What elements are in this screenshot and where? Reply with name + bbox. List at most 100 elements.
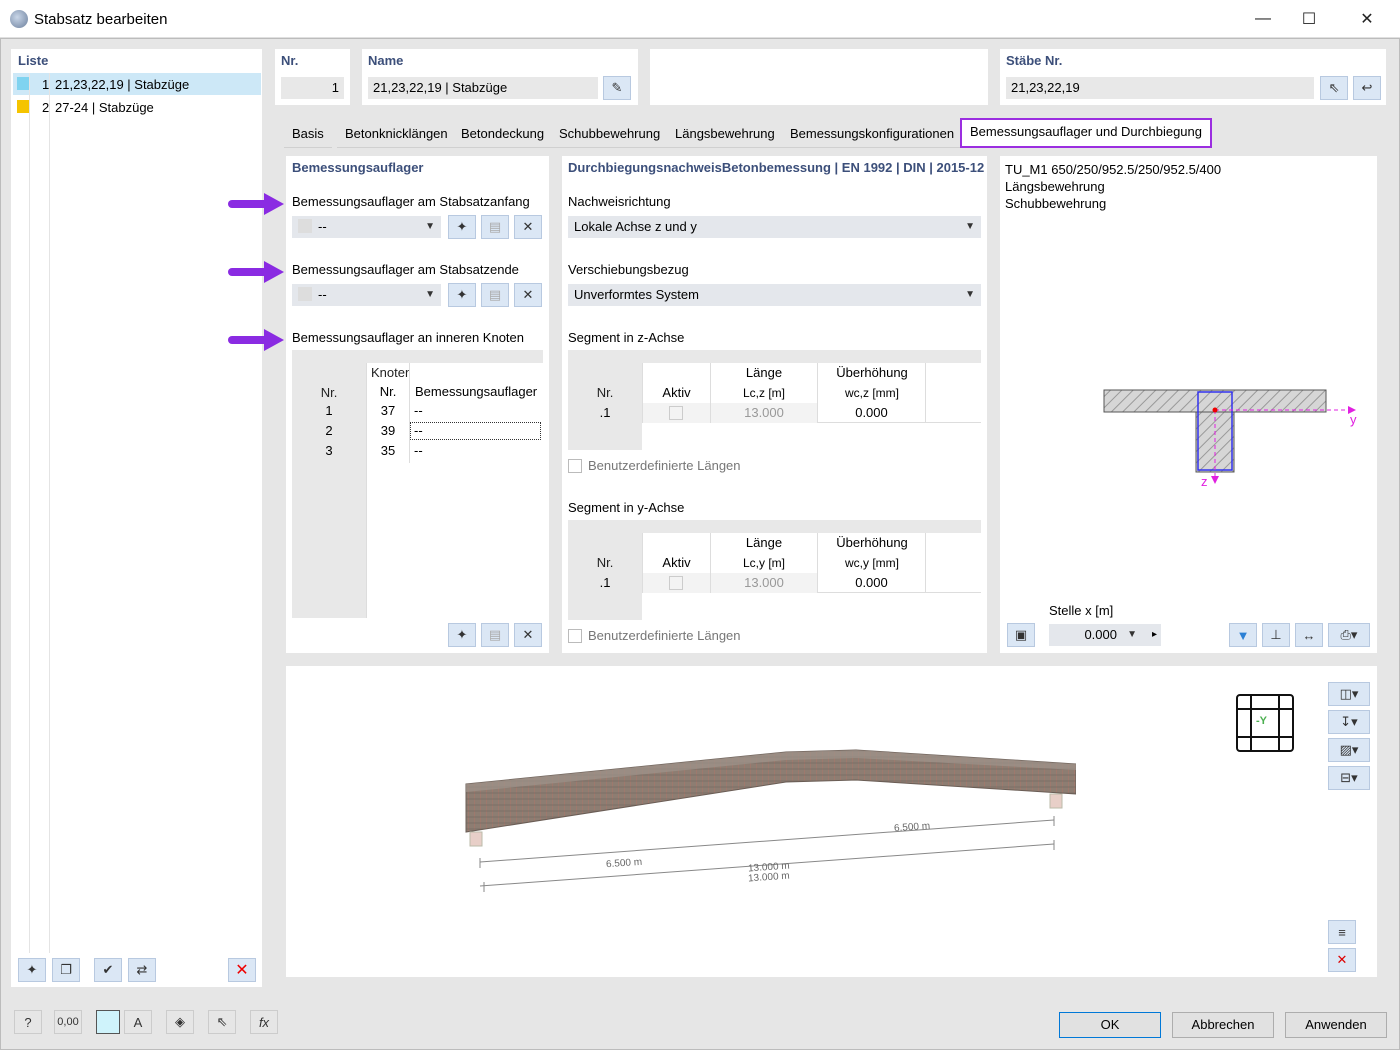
name-field-box: Name 21,23,22,19 | Stabzüge ✎ (362, 49, 638, 105)
units-icon[interactable]: 0,00 (54, 1010, 82, 1034)
cancel-button[interactable]: Abbrechen (1172, 1012, 1274, 1038)
copy-set-icon[interactable]: ❐ (52, 958, 80, 982)
help-icon[interactable]: ? (14, 1010, 42, 1034)
new-support-icon[interactable]: ✦ (448, 283, 476, 307)
list-item[interactable]: 1 21,23,22,19 | Stabzüge (13, 73, 261, 95)
spinner-icon[interactable]: ▸ (1152, 624, 1157, 646)
tab-basis[interactable]: Basis (284, 120, 332, 148)
tab-betondeckung[interactable]: Betondeckung (453, 120, 553, 148)
view-icon[interactable]: ◈ (166, 1010, 194, 1034)
section-name: TU_M1 650/250/952.5/250/952.5/400 (1005, 162, 1222, 177)
col-nr: Nr. (292, 363, 366, 401)
print-icon[interactable]: ⎙▾ (1328, 623, 1370, 647)
list-item-label: 27-24 | Stabzüge (55, 100, 154, 115)
new-set-icon[interactable]: ✦ (18, 958, 46, 982)
app-icon (10, 10, 28, 28)
nr-field-box: Nr. 1 (275, 49, 350, 105)
table-row[interactable]: .1 13.000 0.000 (568, 403, 981, 423)
annotation-arrow (228, 193, 284, 215)
edit-support-icon[interactable]: ▤ (481, 623, 509, 647)
deflection-panel: DurchbiegungsnachweisBetonbemessung | EN… (562, 156, 987, 653)
segment-y-table: Nr. Aktiv Länge Lc,y [m] Überhöhung wc,y… (568, 520, 981, 620)
delete-support-icon[interactable]: ✕ (514, 623, 542, 647)
table-row[interactable]: .1 13.000 0.000 (568, 573, 981, 593)
axis-z-label: z (1201, 474, 1208, 489)
edit-support-icon[interactable]: ▤ (481, 215, 509, 239)
edit-name-icon[interactable]: ✎ (603, 76, 631, 100)
tab-bemessungsauflager[interactable]: Bemessungsauflager und Durchbiegung (960, 118, 1212, 148)
view-3d-icon[interactable]: ◫▾ (1328, 682, 1370, 706)
delete-support-icon[interactable]: ✕ (514, 283, 542, 307)
table-row[interactable]: 3 35 -- (292, 441, 543, 461)
axis-y-label: y (1350, 412, 1357, 427)
scale-icon[interactable]: ⊟▾ (1328, 766, 1370, 790)
tab-betonknicklaengen[interactable]: Betonknicklängen (337, 120, 456, 148)
inner-support-label: Bemessungsauflager an inneren Knoten (292, 330, 524, 345)
name-label: Name (368, 53, 404, 68)
pick-members-icon[interactable]: ⇖ (1320, 76, 1348, 100)
nr-label: Nr. (281, 53, 299, 68)
chevron-down-icon: ▼ (425, 221, 435, 232)
active-checkbox[interactable] (669, 576, 683, 590)
chevron-down-icon: ▼ (425, 289, 435, 300)
cross-section-drawing (1103, 389, 1356, 484)
user-length-y[interactable]: Benutzerdefinierte Längen (568, 628, 741, 643)
maximize-button[interactable]: ☐ (1286, 0, 1332, 38)
reset-view-icon[interactable]: ✕ (1328, 948, 1356, 972)
tab-bemessungskonfigurationen[interactable]: Bemessungskonfigurationen (782, 120, 963, 148)
new-support-icon[interactable]: ✦ (448, 215, 476, 239)
staebe-field[interactable]: 21,23,22,19 (1006, 77, 1314, 99)
select-icon[interactable]: ⇖ (208, 1010, 236, 1034)
tab-laengsbewehrung[interactable]: Längsbewehrung (667, 120, 783, 148)
end-support-select[interactable]: -- ▼ (292, 284, 441, 306)
section-panel: TU_M1 650/250/952.5/250/952.5/400 Längsb… (1000, 156, 1377, 653)
name-field[interactable]: 21,23,22,19 | Stabzüge (368, 77, 598, 99)
inner-support-table: Nr. Knoten Nr. Bemessungsauflager 1 37 -… (292, 350, 543, 618)
view-cube-label: -Y (1256, 715, 1267, 727)
edit-support-icon[interactable]: ▤ (481, 283, 509, 307)
table-row[interactable]: 1 37 -- (292, 401, 543, 421)
table-row[interactable]: 2 39 -- (292, 421, 543, 441)
view-cube[interactable]: -Y (1236, 694, 1294, 752)
title-bar: Stabsatz bearbeiten — ☐ ✕ (0, 0, 1400, 38)
segment-y-label: Segment in y-Achse (568, 500, 685, 515)
list-header: Liste (18, 53, 49, 68)
direction-select[interactable]: Lokale Achse z und y ▼ (568, 216, 981, 238)
active-checkbox[interactable] (669, 406, 683, 420)
check-icon[interactable]: ✔ (94, 958, 122, 982)
minimize-button[interactable]: — (1240, 0, 1286, 38)
supports-panel: Bemessungsauflager Bemessungsauflager am… (286, 156, 549, 653)
filter-icon[interactable]: ▼ (1229, 623, 1257, 647)
stelle-field[interactable]: 0.000 ▼ ▸ (1049, 624, 1161, 646)
formula-icon[interactable]: fx (250, 1010, 278, 1034)
annotation-arrow (228, 261, 284, 283)
reverse-icon[interactable]: ↩ (1353, 76, 1381, 100)
reference-label: Verschiebungsbezug (568, 262, 689, 277)
renumber-icon[interactable]: ⇄ (128, 958, 156, 982)
dimension-icon[interactable]: ↔ (1295, 623, 1323, 647)
display-mode-icon[interactable]: ▨▾ (1328, 738, 1370, 762)
user-length-z[interactable]: Benutzerdefinierte Längen (568, 458, 741, 473)
new-support-icon[interactable]: ✦ (448, 623, 476, 647)
delete-support-icon[interactable]: ✕ (514, 215, 542, 239)
layers-icon[interactable]: ≡ (1328, 920, 1356, 944)
nr-field[interactable]: 1 (281, 77, 344, 99)
model-view[interactable]: 6.500 m 6.500 m 13.000 m 13.000 m -Y ◫▾ … (286, 666, 1377, 977)
apply-button[interactable]: Anwenden (1285, 1012, 1387, 1038)
delete-icon[interactable]: ✕ (228, 958, 256, 982)
list-item[interactable]: 2 27-24 | Stabzüge (13, 97, 261, 119)
end-support-label: Bemessungsauflager am Stabsatzende (292, 262, 519, 277)
reference-select[interactable]: Unverformtes System ▼ (568, 284, 981, 306)
annotation-arrow (228, 329, 284, 351)
section-line2: Längsbewehrung (1005, 179, 1105, 194)
tab-schubbewehrung[interactable]: Schubbewehrung (551, 120, 669, 148)
axis-toggle-icon[interactable]: ⊥ (1262, 623, 1290, 647)
start-support-select[interactable]: -- ▼ (292, 216, 441, 238)
staebe-field-box: Stäbe Nr. 21,23,22,19 ⇖ ↩ (1000, 49, 1386, 105)
text-style-icon[interactable]: A (124, 1010, 152, 1034)
view-section-icon[interactable]: ▣ (1007, 623, 1035, 647)
color-icon[interactable] (96, 1010, 120, 1034)
ok-button[interactable]: OK (1059, 1012, 1161, 1038)
close-button[interactable]: ✕ (1344, 0, 1390, 38)
axis-view-icon[interactable]: ↧▾ (1328, 710, 1370, 734)
